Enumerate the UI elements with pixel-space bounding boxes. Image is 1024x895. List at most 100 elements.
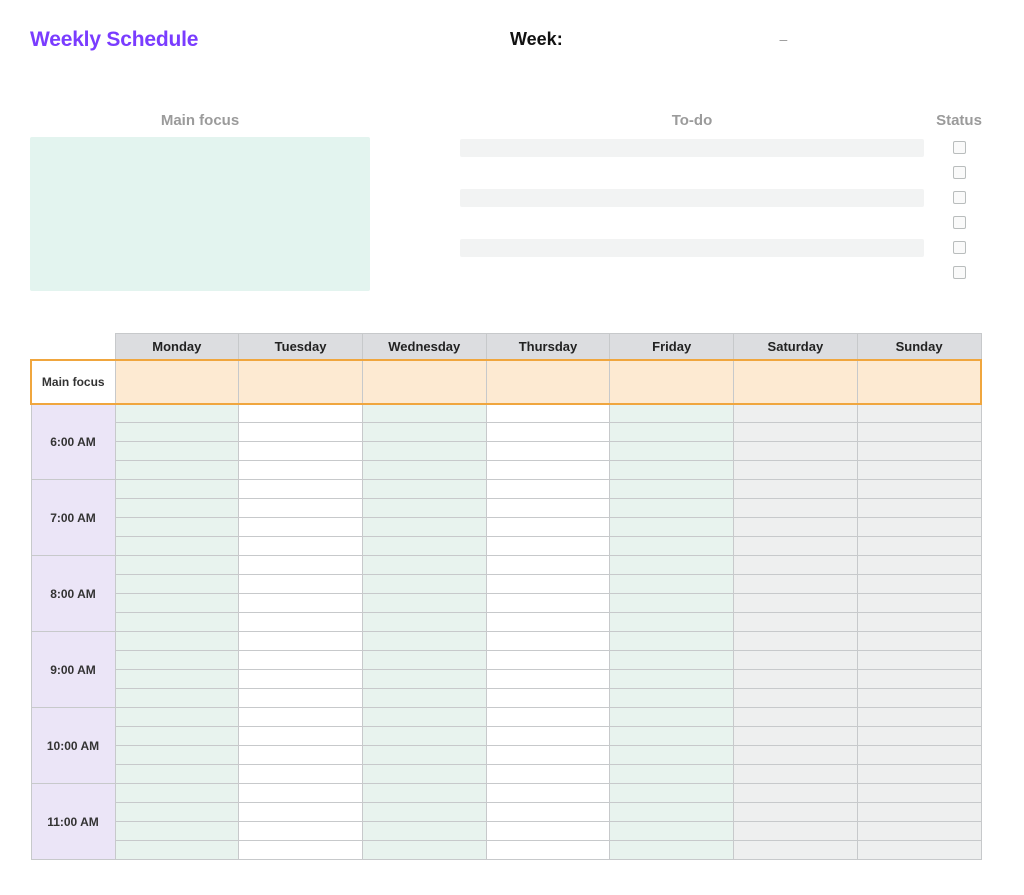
schedule-cell[interactable] [239,480,363,499]
todo-text-input[interactable] [460,214,924,232]
schedule-cell[interactable] [486,499,610,518]
status-checkbox[interactable] [953,166,966,179]
schedule-cell[interactable] [610,404,734,423]
schedule-cell[interactable] [610,613,734,632]
schedule-cell[interactable] [239,575,363,594]
schedule-cell[interactable] [115,727,239,746]
schedule-cell[interactable] [734,746,858,765]
mainfocus-cell[interactable] [857,360,981,404]
schedule-cell[interactable] [610,480,734,499]
schedule-cell[interactable] [857,841,981,860]
schedule-cell[interactable] [115,841,239,860]
schedule-cell[interactable] [362,632,486,651]
schedule-cell[interactable] [239,613,363,632]
schedule-cell[interactable] [610,784,734,803]
schedule-cell[interactable] [239,765,363,784]
schedule-cell[interactable] [734,708,858,727]
schedule-cell[interactable] [115,423,239,442]
schedule-cell[interactable] [486,689,610,708]
schedule-cell[interactable] [486,423,610,442]
schedule-cell[interactable] [115,689,239,708]
schedule-cell[interactable] [486,537,610,556]
schedule-cell[interactable] [857,727,981,746]
schedule-cell[interactable] [486,461,610,480]
schedule-cell[interactable] [486,613,610,632]
schedule-cell[interactable] [239,594,363,613]
schedule-cell[interactable] [857,480,981,499]
todo-text-input[interactable] [460,239,924,257]
schedule-cell[interactable] [610,575,734,594]
schedule-cell[interactable] [857,765,981,784]
schedule-cell[interactable] [115,651,239,670]
schedule-cell[interactable] [610,518,734,537]
schedule-cell[interactable] [362,727,486,746]
schedule-cell[interactable] [239,518,363,537]
schedule-cell[interactable] [362,822,486,841]
schedule-cell[interactable] [857,746,981,765]
todo-text-input[interactable] [460,264,924,282]
schedule-cell[interactable] [610,651,734,670]
schedule-cell[interactable] [610,670,734,689]
schedule-cell[interactable] [734,404,858,423]
schedule-cell[interactable] [610,442,734,461]
mainfocus-cell[interactable] [115,360,239,404]
schedule-cell[interactable] [115,499,239,518]
schedule-cell[interactable] [362,404,486,423]
schedule-cell[interactable] [734,613,858,632]
schedule-cell[interactable] [857,594,981,613]
schedule-cell[interactable] [486,822,610,841]
schedule-cell[interactable] [115,575,239,594]
schedule-cell[interactable] [734,803,858,822]
schedule-cell[interactable] [115,765,239,784]
schedule-cell[interactable] [486,651,610,670]
schedule-cell[interactable] [115,594,239,613]
schedule-cell[interactable] [115,404,239,423]
schedule-cell[interactable] [857,803,981,822]
schedule-cell[interactable] [610,765,734,784]
schedule-cell[interactable] [734,461,858,480]
schedule-cell[interactable] [610,727,734,746]
schedule-cell[interactable] [486,803,610,822]
schedule-cell[interactable] [857,461,981,480]
schedule-cell[interactable] [486,594,610,613]
schedule-cell[interactable] [362,803,486,822]
schedule-cell[interactable] [239,822,363,841]
schedule-cell[interactable] [115,442,239,461]
mainfocus-cell[interactable] [362,360,486,404]
schedule-cell[interactable] [610,689,734,708]
status-checkbox[interactable] [953,191,966,204]
schedule-cell[interactable] [362,765,486,784]
schedule-cell[interactable] [239,670,363,689]
schedule-cell[interactable] [362,784,486,803]
schedule-cell[interactable] [857,689,981,708]
schedule-cell[interactable] [239,651,363,670]
schedule-cell[interactable] [610,537,734,556]
schedule-cell[interactable] [362,423,486,442]
schedule-cell[interactable] [610,594,734,613]
schedule-cell[interactable] [362,841,486,860]
schedule-cell[interactable] [239,803,363,822]
schedule-cell[interactable] [610,822,734,841]
schedule-cell[interactable] [734,765,858,784]
schedule-cell[interactable] [486,670,610,689]
todo-text-input[interactable] [460,164,924,182]
schedule-cell[interactable] [239,461,363,480]
schedule-cell[interactable] [239,784,363,803]
schedule-cell[interactable] [115,613,239,632]
schedule-cell[interactable] [362,480,486,499]
schedule-cell[interactable] [610,708,734,727]
schedule-cell[interactable] [362,670,486,689]
schedule-cell[interactable] [115,632,239,651]
schedule-cell[interactable] [857,708,981,727]
schedule-cell[interactable] [610,461,734,480]
schedule-cell[interactable] [857,670,981,689]
schedule-cell[interactable] [486,442,610,461]
schedule-cell[interactable] [734,822,858,841]
schedule-cell[interactable] [239,632,363,651]
schedule-cell[interactable] [239,423,363,442]
schedule-cell[interactable] [486,575,610,594]
mainfocus-input-area[interactable] [30,137,370,291]
todo-text-input[interactable] [460,139,924,157]
schedule-cell[interactable] [362,689,486,708]
todo-text-input[interactable] [460,189,924,207]
